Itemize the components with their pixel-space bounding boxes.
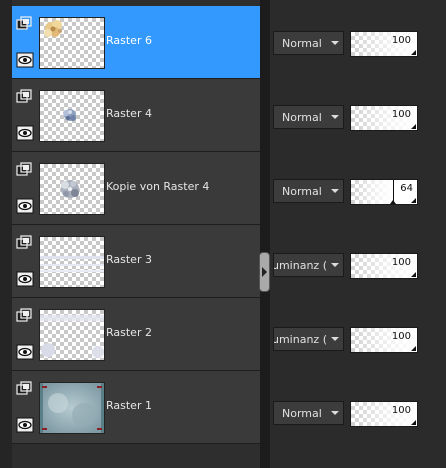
- raster-layer-icon[interactable]: [16, 235, 34, 251]
- layer-row[interactable]: Raster 2: [12, 298, 263, 371]
- resize-grip-icon: [411, 346, 416, 351]
- opacity-value: 64: [400, 183, 413, 194]
- blend-mode-dropdown[interactable]: Normal: [273, 401, 344, 425]
- blend-mode-value: Normal: [282, 111, 322, 124]
- layer-thumbnail: [39, 236, 105, 288]
- layer-row-icons: [12, 6, 38, 78]
- layer-row-icons: [12, 371, 38, 443]
- layer-row[interactable]: Raster 4: [12, 79, 263, 152]
- resize-grip-icon: [411, 272, 416, 277]
- layer-name: Kopie von Raster 4: [106, 180, 210, 193]
- chevron-down-icon: [331, 263, 339, 267]
- opacity-value: 100: [391, 109, 411, 120]
- layer-thumbnail: [39, 163, 105, 215]
- opacity-slider[interactable]: 64: [350, 179, 418, 205]
- layers-panel-gutter: [0, 0, 12, 468]
- layer-row[interactable]: Kopie von Raster 4: [12, 152, 263, 225]
- layer-properties-row: uminanz (\ 100: [270, 228, 446, 301]
- raster-layer-icon[interactable]: [16, 162, 34, 178]
- blend-mode-dropdown[interactable]: Normal: [273, 105, 344, 129]
- layer-row[interactable]: Raster 1: [12, 371, 263, 444]
- opacity-fill: [351, 180, 393, 204]
- layer-name: Raster 2: [106, 326, 152, 339]
- layer-thumbnail: [39, 17, 105, 69]
- opacity-slider[interactable]: 100: [350, 401, 418, 427]
- raster-layer-icon[interactable]: [16, 308, 34, 324]
- layer-row-icons: [12, 298, 38, 370]
- eye-icon[interactable]: [16, 52, 34, 68]
- chevron-down-icon: [331, 115, 339, 119]
- layer-row-icons: [12, 152, 38, 224]
- chevron-down-icon: [331, 411, 339, 415]
- opacity-value: 100: [391, 257, 411, 268]
- opacity-slider[interactable]: 100: [350, 253, 418, 279]
- blend-mode-dropdown[interactable]: uminanz (\: [273, 253, 344, 277]
- blend-mode-dropdown[interactable]: Normal: [273, 179, 344, 203]
- opacity-slider[interactable]: 100: [350, 31, 418, 57]
- layer-row-icons: [12, 79, 38, 151]
- layer-properties-row: Normal 64: [270, 154, 446, 227]
- eye-icon[interactable]: [16, 125, 34, 141]
- layer-properties-row: Normal 100: [270, 376, 446, 449]
- layers-panel: Raster 6 Raster 4 Kopie von Raster 4 Raster…: [0, 0, 264, 468]
- layer-row[interactable]: Raster 3: [12, 225, 263, 298]
- layer-thumbnail: [39, 382, 105, 434]
- blend-mode-dropdown[interactable]: uminanz (\: [273, 327, 344, 351]
- layer-name: Raster 1: [106, 399, 152, 412]
- layer-properties-row: Normal 100: [270, 80, 446, 153]
- layer-properties-row: Normal 100: [270, 6, 446, 79]
- blend-mode-value: uminanz (\: [273, 259, 331, 272]
- chevron-down-icon: [331, 337, 339, 341]
- resize-grip-icon: [411, 50, 416, 55]
- blend-mode-value: Normal: [282, 185, 322, 198]
- raster-layer-icon[interactable]: [16, 381, 34, 397]
- chevron-down-icon: [331, 41, 339, 45]
- blend-mode-value: Normal: [282, 37, 322, 50]
- opacity-value: 100: [391, 405, 411, 416]
- chevron-down-icon: [331, 189, 339, 193]
- raster-layer-icon[interactable]: [16, 89, 34, 105]
- blend-mode-dropdown[interactable]: Normal: [273, 31, 344, 55]
- collapse-arrow-icon: [262, 267, 267, 277]
- layer-properties-row: uminanz (\ 100: [270, 302, 446, 375]
- layer-row-icons: [12, 225, 38, 297]
- layer-thumbnail: [39, 90, 105, 142]
- resize-grip-icon: [411, 420, 416, 425]
- eye-icon[interactable]: [16, 271, 34, 287]
- opacity-handle[interactable]: [390, 200, 396, 204]
- eye-icon[interactable]: [16, 344, 34, 360]
- layer-properties-panel: Normal 100 Normal 100 Normal 64 uminanz (\ 100 u…: [270, 0, 446, 468]
- opacity-slider[interactable]: 100: [350, 105, 418, 131]
- splitter-handle[interactable]: [259, 252, 270, 292]
- panel-splitter[interactable]: [260, 0, 270, 468]
- layer-name: Raster 3: [106, 253, 152, 266]
- eye-icon[interactable]: [16, 417, 34, 433]
- layer-name: Raster 6: [106, 34, 152, 47]
- blend-mode-value: uminanz (\: [273, 333, 331, 346]
- layer-name: Raster 4: [106, 107, 152, 120]
- eye-icon[interactable]: [16, 198, 34, 214]
- layer-row[interactable]: Raster 6: [12, 6, 263, 79]
- opacity-value: 100: [391, 331, 411, 342]
- resize-grip-icon: [411, 198, 416, 203]
- layer-thumbnail: [39, 309, 105, 361]
- opacity-slider[interactable]: 100: [350, 327, 418, 353]
- resize-grip-icon: [411, 124, 416, 129]
- opacity-value: 100: [391, 35, 411, 46]
- raster-layer-icon[interactable]: [16, 16, 34, 32]
- layer-list: Raster 6 Raster 4 Kopie von Raster 4 Raster…: [12, 6, 263, 444]
- blend-mode-value: Normal: [282, 407, 322, 420]
